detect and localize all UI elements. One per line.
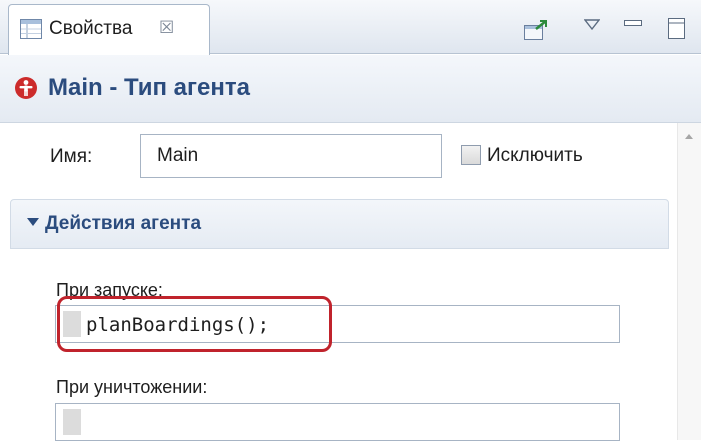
code-gutter xyxy=(63,409,81,435)
pin-to-view-icon[interactable] xyxy=(524,20,548,42)
on-destroy-code-field[interactable] xyxy=(55,403,620,441)
code-gutter xyxy=(63,311,81,337)
section-agent-actions[interactable]: Действия агента xyxy=(10,199,669,249)
agent-type-icon xyxy=(14,76,38,100)
scroll-up-icon[interactable] xyxy=(685,134,693,139)
exclude-label: Исключить xyxy=(487,145,583,166)
on-destroy-label: При уничтожении: xyxy=(56,377,208,397)
view-tab-bar: Свойства ☒ xyxy=(0,0,701,55)
on-startup-label: При запуске: xyxy=(56,280,163,300)
close-icon[interactable]: ☒ xyxy=(159,18,174,38)
name-field[interactable] xyxy=(140,134,442,178)
tab-label: Свойства xyxy=(49,18,133,39)
view-menu-icon[interactable] xyxy=(584,19,600,31)
properties-title-bar: Main - Тип агента xyxy=(0,55,701,123)
tab-properties[interactable]: Свойства ☒ xyxy=(8,4,210,55)
minimize-icon[interactable] xyxy=(624,20,642,30)
vertical-scrollbar[interactable] xyxy=(677,123,701,440)
on-startup-code: planBoardings(); xyxy=(86,314,270,336)
page-title: Main - Тип агента xyxy=(48,74,250,101)
name-label: Имя: xyxy=(50,146,93,167)
section-title: Действия агента xyxy=(45,213,202,234)
chevron-down-icon xyxy=(27,218,39,226)
exclude-checkbox[interactable] xyxy=(461,145,481,165)
properties-icon xyxy=(20,19,42,39)
maximize-icon[interactable] xyxy=(668,18,686,40)
on-startup-code-field[interactable]: planBoardings(); xyxy=(55,305,620,343)
